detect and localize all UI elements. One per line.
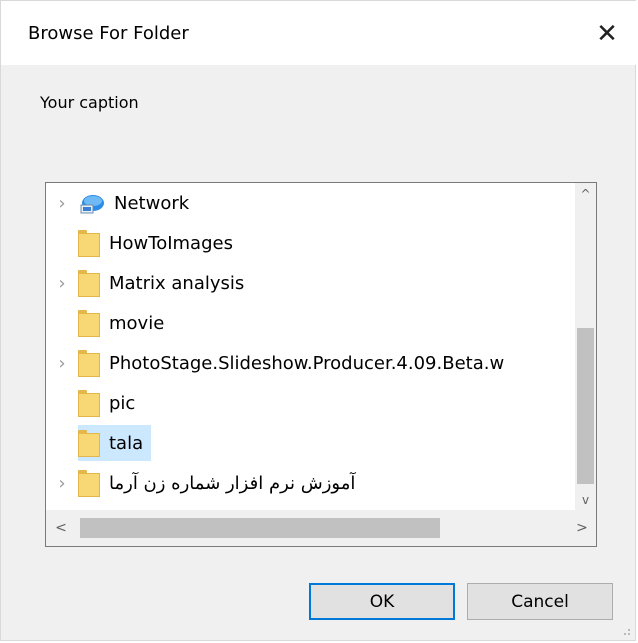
tree-item-label: Network	[114, 192, 190, 214]
close-icon: ✕	[596, 19, 618, 49]
tree-item-label: Matrix analysis	[109, 272, 245, 294]
tree-item-photostage[interactable]: › PhotoStage.Slideshow.Producer.4.09.Bet…	[46, 345, 512, 381]
tree-item-label: PhotoStage.Slideshow.Producer.4.09.Beta.…	[109, 352, 505, 374]
tree-item-matrix-analysis[interactable]: › Matrix analysis	[46, 265, 252, 301]
tree-item-network[interactable]: › Network	[46, 185, 197, 221]
folder-icon	[78, 229, 100, 257]
tree-item-label: movie	[109, 312, 165, 334]
scroll-left-icon[interactable]: <	[46, 510, 76, 546]
dialog-title: Browse For Folder	[28, 23, 189, 44]
cancel-button[interactable]: Cancel	[467, 583, 613, 620]
scroll-down-icon[interactable]: v	[575, 489, 596, 511]
vertical-scrollbar[interactable]: ^ v	[575, 183, 596, 511]
folder-icon	[78, 269, 100, 297]
folder-icon	[78, 429, 100, 457]
folder-icon	[78, 349, 100, 377]
resize-grip-icon[interactable]	[621, 626, 631, 636]
horizontal-scroll-thumb[interactable]	[80, 518, 440, 538]
folder-tree[interactable]: › Network HowToImages › Matrix analysis …	[45, 182, 597, 547]
title-bar: Browse For Folder ✕	[1, 1, 637, 65]
tree-item-persian-folder[interactable]: › آموزش نرم افزار شماره زن آرما	[46, 465, 363, 501]
vertical-scroll-thumb[interactable]	[577, 328, 594, 484]
ok-button[interactable]: OK	[309, 583, 455, 620]
folder-icon	[78, 469, 100, 497]
dialog-caption: Your caption	[40, 93, 139, 112]
expand-chevron-icon[interactable]: ›	[46, 345, 78, 381]
folder-icon	[78, 389, 100, 417]
tree-item-label: آموزش نرم افزار شماره زن آرما	[109, 472, 356, 494]
tree-item-pic[interactable]: pic	[46, 385, 143, 421]
tree-item-label: HowToImages	[109, 232, 233, 254]
horizontal-scrollbar[interactable]: < >	[46, 510, 596, 546]
expand-chevron-icon[interactable]: ›	[46, 465, 78, 501]
scroll-up-icon[interactable]: ^	[575, 183, 596, 205]
tree-item-label: pic	[109, 392, 136, 414]
folder-icon	[78, 309, 100, 337]
expand-chevron-icon[interactable]: ›	[46, 265, 78, 301]
tree-item-howtoimages[interactable]: HowToImages	[46, 225, 241, 261]
browse-for-folder-dialog: Browse For Folder ✕ Your caption › Netwo…	[0, 0, 637, 641]
tree-item-tala[interactable]: tala	[46, 425, 152, 461]
expand-chevron-icon[interactable]: ›	[46, 185, 78, 221]
tree-item-movie[interactable]: movie	[46, 305, 172, 341]
network-icon	[80, 195, 104, 214]
tree-item-label: tala	[109, 432, 144, 454]
scroll-right-icon[interactable]: >	[567, 510, 596, 546]
close-button[interactable]: ✕	[577, 9, 637, 59]
